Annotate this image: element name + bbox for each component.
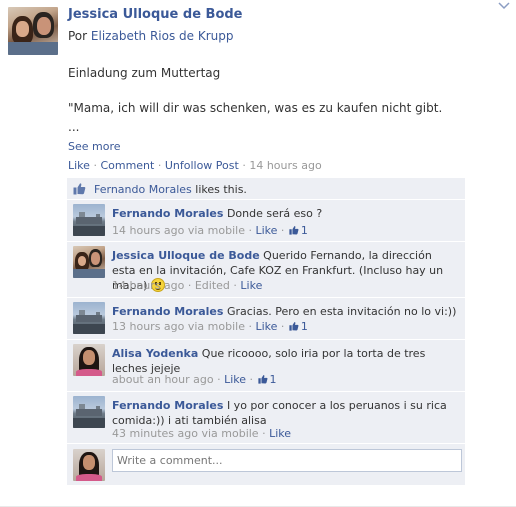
comment-like-link[interactable]: Like (269, 427, 291, 440)
see-more-link[interactable]: See more (68, 140, 121, 153)
commenter-avatar[interactable] (73, 344, 105, 376)
comment-author-link[interactable]: Alisa Yodenka (112, 347, 198, 360)
comment-like-link[interactable]: Like (255, 320, 277, 333)
commenter-avatar[interactable] (73, 302, 105, 334)
post-body: "Mama, ich will dir was schenken, was es… (68, 101, 443, 115)
comment-author-link[interactable]: Jessica Ulloque de Bode (112, 249, 260, 262)
post-like-link[interactable]: Like (68, 159, 90, 172)
post-author-name[interactable]: Jessica Ulloque de Bode (68, 7, 243, 22)
comment-like-count[interactable]: 1 (288, 224, 308, 237)
comment-item: Fernando Morales I yo por conocer a los … (67, 392, 465, 444)
likes-suffix: likes this. (195, 183, 247, 196)
comment-item: Fernando Morales Gracias. Pero en esta i… (67, 298, 465, 340)
like-count-number: 1 (300, 320, 308, 333)
commenter-avatar[interactable] (73, 396, 105, 428)
comment-like-link[interactable]: Like (224, 373, 246, 386)
comment-meta: about an hour ago · Like · 1 (112, 373, 277, 386)
post-actions: Like · Comment · Unfollow Post · 14 hour… (68, 159, 322, 172)
likes-text: Fernando Morales likes this. (94, 183, 247, 196)
comment-text: Alisa Yodenka Que ricoooo, solo iria por… (112, 346, 457, 376)
post-unfollow-link[interactable]: Unfollow Post (165, 159, 239, 172)
feedback-panel: Fernando Morales likes this. Fernando Mo… (67, 178, 465, 485)
post-timestamp[interactable]: 14 hours ago (249, 159, 321, 172)
comment-meta: 14 hours ago · Edited · Like (112, 279, 263, 292)
commenter-avatar[interactable] (73, 204, 105, 236)
liker-name-link[interactable]: Fernando Morales (94, 183, 192, 196)
comment-like-count[interactable]: 1 (257, 373, 277, 386)
separator: · (242, 159, 246, 172)
separator: · (157, 159, 162, 172)
comment-author-link[interactable]: Fernando Morales (112, 305, 223, 318)
comment-item: Alisa Yodenka Que ricoooo, solo iria por… (67, 340, 465, 392)
comment-time[interactable]: 43 minutes ago via mobile (112, 427, 259, 440)
comment-text: Fernando Morales Gracias. Pero en esta i… (112, 304, 457, 319)
post-comment-link[interactable]: Comment (100, 159, 154, 172)
comment-text: Fernando Morales Donde será eso ? (112, 206, 457, 221)
likes-row: Fernando Morales likes this. (67, 178, 465, 200)
comment-time[interactable]: about an hour ago (112, 373, 214, 386)
post-via-prefix: Por (68, 29, 88, 43)
post-title: Einladung zum Muttertag (68, 66, 221, 80)
comment-text: Fernando Morales I yo por conocer a los … (112, 398, 457, 428)
thumbs-up-icon (289, 322, 299, 331)
commenter-avatar[interactable] (73, 246, 105, 278)
thumbs-up-icon (257, 375, 267, 384)
thumbs-up-icon (289, 226, 299, 235)
chevron-down-icon[interactable] (498, 2, 510, 10)
comment-meta: 14 hours ago via mobile · Like · 1 (112, 224, 308, 237)
comment-meta: 43 minutes ago via mobile · Like (112, 427, 292, 440)
comment-like-count[interactable]: 1 (288, 320, 308, 333)
comment-meta: 13 hours ago via mobile · Like · 1 (112, 320, 308, 333)
post-author-avatar[interactable] (8, 7, 58, 55)
current-user-avatar (73, 449, 105, 481)
thumbs-up-icon (73, 183, 86, 195)
comment-time[interactable]: 13 hours ago via mobile (112, 320, 245, 333)
separator: · (93, 159, 97, 172)
comment-item: Fernando Morales Donde será eso ? 14 hou… (67, 200, 465, 242)
comment-author-link[interactable]: Fernando Morales (112, 207, 223, 220)
post-via: Por Elizabeth Rios de Krupp (68, 29, 234, 43)
like-count-number: 1 (269, 373, 277, 386)
post-ellipsis: ... (68, 120, 80, 134)
comment-time[interactable]: 14 hours ago via mobile (112, 224, 245, 237)
comment-item: Jessica Ulloque de Bode Querido Fernando… (67, 242, 465, 298)
comment-like-link[interactable]: Like (240, 279, 262, 292)
comment-like-link[interactable]: Like (255, 224, 277, 237)
comment-body: Gracias. Pero en esta invitación no lo v… (226, 305, 457, 318)
write-comment-input[interactable]: Write a comment... (112, 449, 462, 472)
post-via-author-link[interactable]: Elizabeth Rios de Krupp (91, 29, 234, 43)
comment-author-link[interactable]: Fernando Morales (112, 399, 223, 412)
comment-body: Donde será eso ? (226, 207, 323, 220)
comment-time[interactable]: 14 hours ago · Edited (112, 279, 230, 292)
like-count-number: 1 (300, 224, 308, 237)
